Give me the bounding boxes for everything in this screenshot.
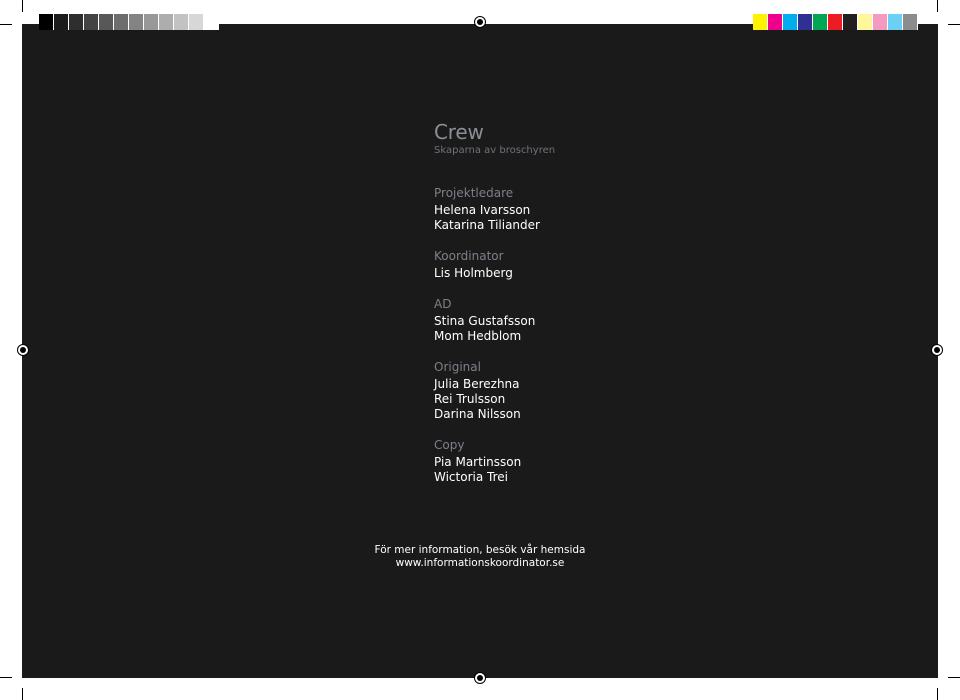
crop-mark — [22, 0, 23, 12]
crew-member-name: Mom Hedblom — [434, 329, 522, 343]
gray-swatch — [204, 14, 219, 30]
crew-member-name: Wictoria Trei — [434, 470, 508, 484]
crop-mark — [22, 688, 23, 700]
gray-swatch — [39, 14, 54, 30]
gray-swatch — [114, 14, 129, 30]
registration-mark-icon — [17, 344, 29, 356]
info-text: För mer information, besök vår hemsida — [374, 544, 586, 556]
crew-title: Crew — [434, 120, 484, 144]
role-group: AD Stina Gustafsson Mom Hedblom — [434, 297, 555, 344]
crew-member-name: Stina Gustafsson — [434, 314, 536, 328]
gray-swatch — [129, 14, 144, 30]
gray-swatch — [99, 14, 114, 30]
role-group: Copy Pia Martinsson Wictoria Trei — [434, 438, 555, 485]
gray-swatch — [84, 14, 99, 30]
color-swatch — [798, 14, 813, 30]
crew-member-name: Darina Nilsson — [434, 407, 521, 421]
info-footer: För mer information, besök vår hemsida w… — [0, 544, 960, 570]
color-swatch — [888, 14, 903, 30]
gray-swatch — [159, 14, 174, 30]
crop-mark — [0, 677, 12, 678]
crop-mark — [937, 688, 938, 700]
color-swatch — [813, 14, 828, 30]
crop-mark — [937, 0, 938, 12]
gray-swatch — [174, 14, 189, 30]
color-swatch — [858, 14, 873, 30]
crew-member-name: Pia Martinsson — [434, 455, 522, 469]
gray-swatch — [69, 14, 84, 30]
role-label: Copy — [434, 438, 465, 452]
crop-mark — [948, 677, 960, 678]
crop-mark — [0, 24, 12, 25]
registration-mark-icon — [474, 672, 486, 684]
process-color-bar — [753, 14, 918, 30]
crew-member-name: Lis Holmberg — [434, 266, 513, 280]
grayscale-color-bar — [39, 14, 219, 30]
crew-section: Crew Skaparna av broschyren Projektledar… — [434, 118, 555, 501]
role-label: Koordinator — [434, 249, 504, 263]
color-swatch — [783, 14, 798, 30]
gray-swatch — [144, 14, 159, 30]
registration-mark-icon — [474, 16, 486, 28]
role-group: Original Julia Berezhna Rei Trulsson Darina… — [434, 360, 555, 422]
crew-member-name: Helena Ivarsson — [434, 203, 531, 217]
crop-mark — [948, 24, 960, 25]
crew-member-name: Rei Trulsson — [434, 392, 506, 406]
crew-subtitle: Skaparna av broschyren — [434, 145, 556, 156]
role-list: Projektledare Helena Ivarsson Katarina Til… — [434, 186, 555, 485]
color-swatch — [753, 14, 768, 30]
color-swatch — [768, 14, 783, 30]
crew-member-name: Katarina Tiliander — [434, 218, 540, 232]
role-label: AD — [434, 297, 452, 311]
color-swatch — [873, 14, 888, 30]
crew-member-name: Julia Berezhna — [434, 377, 520, 391]
color-swatch — [843, 14, 858, 30]
color-swatch — [903, 14, 918, 30]
role-group: Koordinator Lis Holmberg — [434, 249, 555, 281]
registration-mark-icon — [931, 344, 943, 356]
gray-swatch — [54, 14, 69, 30]
color-swatch — [828, 14, 843, 30]
role-label: Original — [434, 360, 481, 374]
gray-swatch — [189, 14, 204, 30]
role-label: Projektledare — [434, 186, 514, 200]
website-link[interactable]: www.informationskoordinator.se — [0, 557, 960, 570]
role-group: Projektledare Helena Ivarsson Katarina Til… — [434, 186, 555, 233]
